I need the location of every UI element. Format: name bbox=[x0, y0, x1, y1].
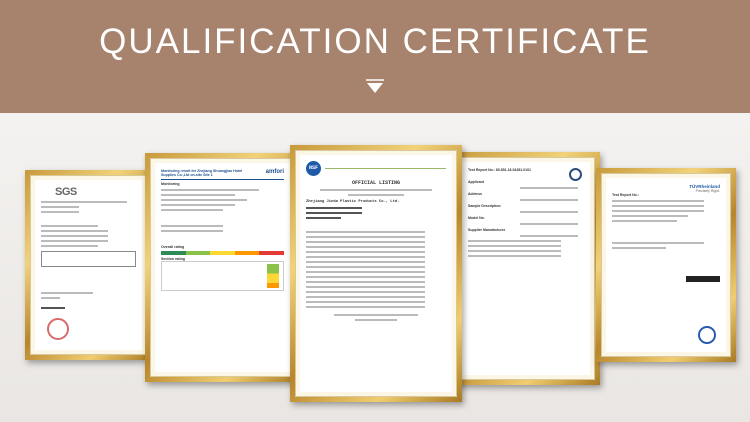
overall-rating-section: Overall rating bbox=[161, 245, 185, 249]
monitoring-section: Monitoring bbox=[161, 182, 180, 186]
report-label: Test Report No.: bbox=[612, 193, 639, 197]
header-banner: QUALIFICATION CERTIFICATE bbox=[0, 0, 750, 113]
seal-icon bbox=[698, 326, 716, 344]
sample-label: Sample Description bbox=[468, 204, 501, 208]
nsf-company: Zhejiang Jinda Plastic Products Co., Ltd… bbox=[306, 200, 400, 204]
certificate-sgs: SGS bbox=[25, 170, 152, 360]
certificate-tuv: TÜVRheinland Precisely Right. Test Repor… bbox=[596, 168, 736, 362]
nsf-heading: OFFICIAL LISTING bbox=[351, 180, 400, 186]
sgs-logo: SGS bbox=[55, 186, 77, 198]
manufacturer-label: Supplier Manufacturer bbox=[468, 228, 506, 232]
address-label: Address bbox=[468, 192, 483, 196]
seal-icon bbox=[569, 168, 582, 181]
product-image bbox=[686, 276, 720, 282]
seal-icon bbox=[47, 318, 69, 340]
amfori-heading: Monitoring result for Zhejiang Shuangjia… bbox=[161, 169, 243, 177]
model-label: Model No. bbox=[468, 216, 485, 220]
certificate-test-report: Test Report No.: 80.851.18.04381.0101 Ap… bbox=[452, 152, 600, 385]
chevron-down-icon bbox=[366, 79, 384, 93]
applicant-label: Applicant bbox=[468, 180, 484, 184]
certificate-amfori: Monitoring result for Zhejiang Shuangjia… bbox=[145, 153, 300, 382]
certificate-nsf: NSF OFFICIAL LISTING Zhejiang Jinda Plas… bbox=[290, 145, 462, 402]
amfori-logo: amfori bbox=[265, 169, 284, 175]
nsf-logo: NSF bbox=[306, 161, 321, 176]
page-title: QUALIFICATION CERTIFICATE bbox=[99, 22, 651, 61]
